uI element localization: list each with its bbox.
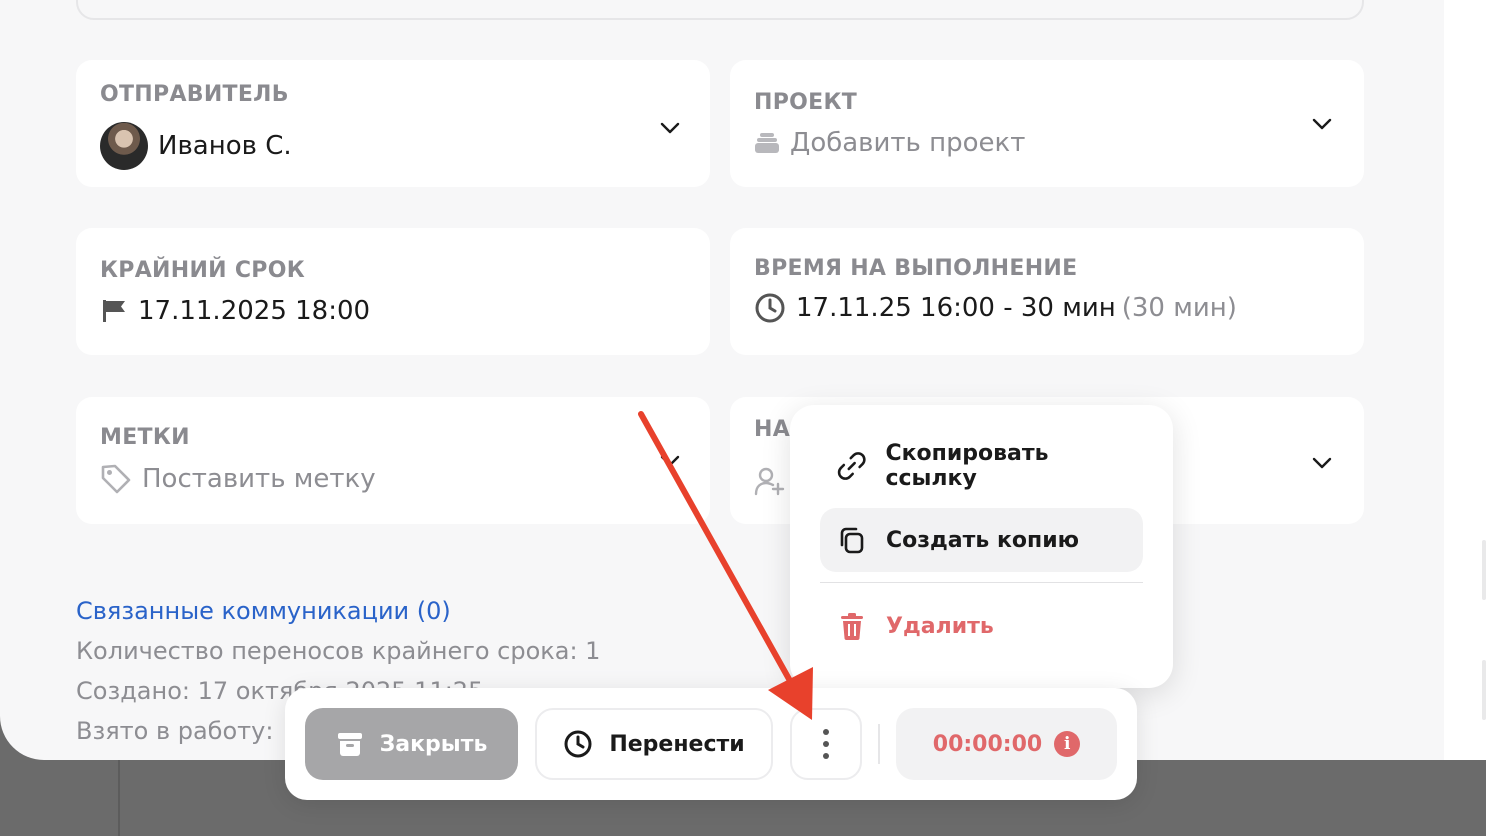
annotation-arrow	[638, 411, 813, 720]
